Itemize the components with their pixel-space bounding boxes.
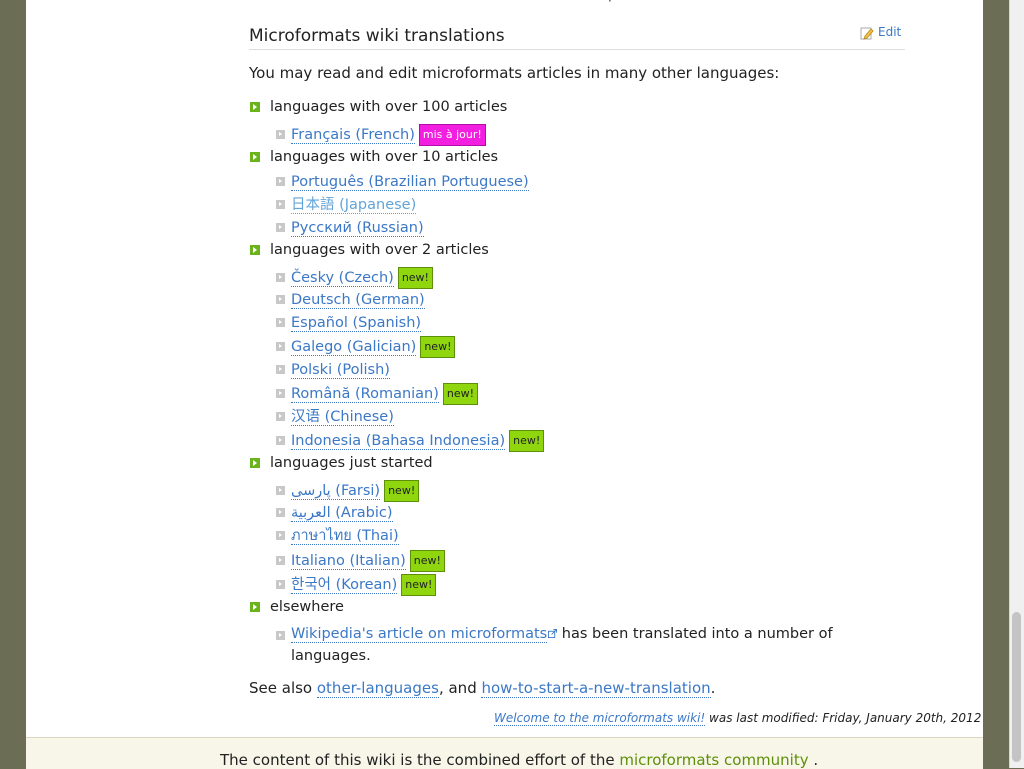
language-link-spanish[interactable]: Español (Spanish) — [291, 315, 422, 332]
see-also: See also other-languages, and how-to-sta… — [249, 679, 716, 698]
list-item-text: Wikipedia's article on microformats has … — [291, 623, 851, 667]
language-link-galician[interactable]: Galego (Galician) — [291, 339, 417, 356]
new-translation-link[interactable]: how-to-start-a-new-translation — [481, 679, 711, 698]
green-bullet-icon — [250, 152, 260, 162]
new-badge: new! — [401, 574, 437, 596]
new-badge: new! — [409, 550, 445, 572]
section-heading: Microformats wiki translations — [249, 26, 905, 50]
list-item: Česky (Czech) new! — [276, 267, 433, 289]
group-label: languages with over 10 articles — [270, 149, 499, 165]
grey-bullet-icon — [276, 318, 285, 327]
footer-text: The content of this wiki is the combined… — [220, 751, 818, 769]
list-item: 한국어 (Korean) new! — [276, 574, 437, 596]
list-item-group: elsewhere — [250, 598, 344, 616]
grey-bullet-icon — [276, 365, 285, 374]
grey-bullet-icon — [276, 295, 285, 304]
grey-bullet-icon — [276, 627, 291, 645]
group-label: languages with over 100 articles — [270, 99, 508, 115]
list-item-group: languages just started — [250, 454, 433, 472]
language-link-indonesian[interactable]: Indonesia (Bahasa Indonesia) — [291, 433, 506, 450]
pencil-icon — [860, 25, 874, 40]
green-bullet-icon — [250, 602, 260, 612]
list-item: Română (Romanian) new! — [276, 383, 479, 405]
list-item-group: languages with over 100 articles — [250, 98, 507, 116]
list-item: 汉语 (Chinese) — [276, 408, 394, 426]
grey-bullet-icon — [276, 531, 285, 540]
group-label: languages with over 2 articles — [270, 242, 489, 258]
list-item: Italiano (Italian) new! — [276, 550, 445, 572]
grey-bullet-icon — [276, 177, 285, 186]
list-item: Deutsch (German) — [276, 291, 425, 309]
new-badge: new! — [509, 430, 545, 452]
grey-bullet-icon — [276, 556, 285, 565]
grey-bullet-icon — [276, 508, 285, 517]
grey-bullet-icon — [276, 412, 285, 421]
list-item: Galego (Galician) new! — [276, 336, 456, 358]
language-link-portuguese[interactable]: Português (Brazilian Portuguese) — [291, 174, 529, 191]
see-also-middle: , and — [438, 679, 482, 697]
language-link-italian[interactable]: Italiano (Italian) — [291, 553, 406, 570]
scrollbar-thumb[interactable] — [1012, 612, 1021, 762]
list-item: Polski (Polish) — [276, 361, 390, 379]
see-also-suffix: . — [710, 679, 716, 697]
welcome-link[interactable]: Welcome to the microformats wiki! — [494, 711, 706, 726]
new-badge: new! — [442, 383, 479, 405]
list-item: Русский (Russian) — [276, 219, 424, 237]
language-link-thai[interactable]: ภาษาไทย (Thai) — [291, 528, 399, 545]
grey-bullet-icon — [276, 130, 285, 139]
group-label: elsewhere — [270, 599, 344, 615]
language-link-french[interactable]: Français (French) — [291, 127, 415, 144]
new-badge: new! — [397, 267, 433, 289]
list-item-group: languages with over 10 articles — [250, 148, 498, 166]
language-link-german[interactable]: Deutsch (German) — [291, 292, 425, 309]
footer: The content of this wiki is the combined… — [26, 737, 983, 769]
community-link[interactable]: microformats community — [619, 751, 808, 769]
intro-text: You may read and edit microformats artic… — [249, 64, 780, 82]
edit-link[interactable]: Edit — [878, 25, 901, 39]
list-item: پارسی (Farsi) new! — [276, 480, 420, 502]
last-modified-text: was last modified: Friday, January 20th,… — [705, 711, 982, 725]
list-item: ภาษาไทย (Thai) — [276, 527, 399, 545]
grey-bullet-icon — [276, 389, 285, 398]
language-link-romanian[interactable]: Română (Romanian) — [291, 386, 439, 403]
edit-section[interactable]: Edit — [860, 25, 901, 40]
list-item: Français (French) mis à jour! — [276, 124, 486, 146]
grey-bullet-icon — [276, 436, 285, 445]
list-item-group: languages with over 2 articles — [250, 241, 489, 259]
updated-badge: mis à jour! — [418, 124, 486, 146]
green-bullet-icon — [250, 458, 260, 468]
list-item: العربية (Arabic) — [276, 504, 393, 522]
new-badge: new! — [384, 480, 420, 502]
footer-suffix: . — [808, 751, 819, 769]
new-badge: new! — [420, 336, 456, 358]
wikipedia-link[interactable]: Wikipedia's article on microformats — [291, 626, 548, 643]
grey-bullet-icon — [276, 273, 285, 282]
list-item: Português (Brazilian Portuguese) — [276, 173, 529, 191]
list-item: Español (Spanish) — [276, 314, 422, 332]
see-also-prefix: See also — [249, 679, 317, 697]
language-link-russian[interactable]: Русский (Russian) — [291, 220, 424, 237]
grey-bullet-icon — [276, 223, 285, 232]
language-link-chinese[interactable]: 汉语 (Chinese) — [291, 409, 394, 426]
last-modified: Welcome to the microformats wiki! was la… — [494, 711, 982, 726]
other-languages-link[interactable]: other-languages — [316, 679, 439, 698]
external-link-icon — [548, 629, 558, 638]
green-bullet-icon — [250, 102, 260, 112]
language-link-korean[interactable]: 한국어 (Korean) — [291, 577, 398, 594]
grey-bullet-icon — [276, 580, 285, 589]
grey-bullet-icon — [276, 200, 285, 209]
list-item: Indonesia (Bahasa Indonesia) new! — [276, 430, 545, 452]
group-label: languages just started — [270, 455, 433, 471]
language-link-czech[interactable]: Česky (Czech) — [291, 270, 394, 287]
clipped-text-fragment: · — [608, 0, 612, 8]
grey-bullet-icon — [276, 342, 285, 351]
grey-bullet-icon — [276, 486, 285, 495]
language-link-farsi[interactable]: پارسی (Farsi) — [291, 483, 381, 500]
language-link-arabic[interactable]: العربية (Arabic) — [291, 505, 393, 522]
green-bullet-icon — [250, 245, 260, 255]
footer-prefix: The content of this wiki is the combined… — [220, 751, 620, 769]
list-item: 日本語 (Japanese) — [276, 196, 417, 214]
language-link-japanese[interactable]: 日本語 (Japanese) — [291, 197, 417, 214]
language-link-polish[interactable]: Polski (Polish) — [291, 362, 390, 379]
